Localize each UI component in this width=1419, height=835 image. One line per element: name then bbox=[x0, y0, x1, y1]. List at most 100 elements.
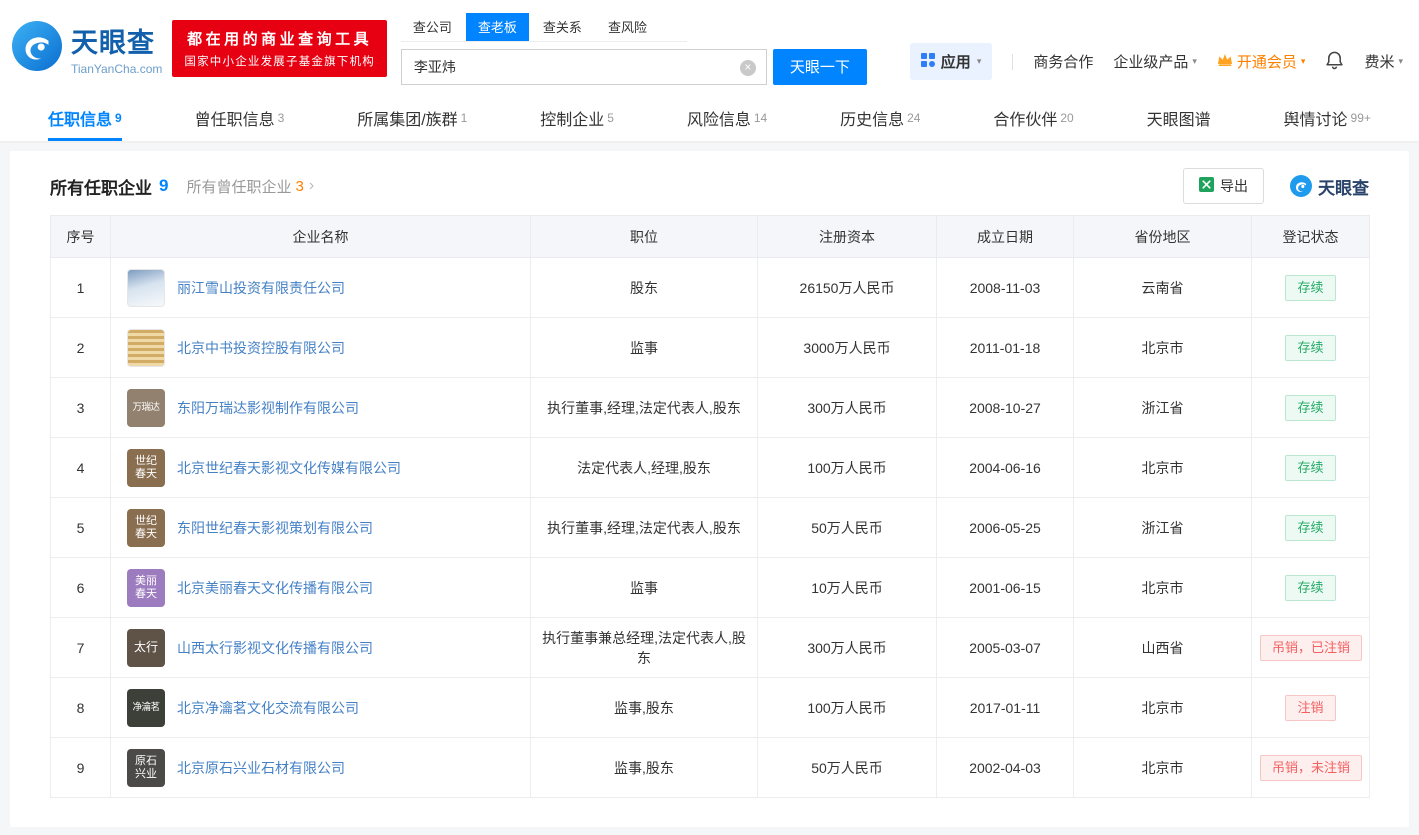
page-tab-label: 合作伙伴 bbox=[993, 106, 1057, 130]
company-link[interactable]: 东阳万瑞达影视制作有限公司 bbox=[177, 398, 359, 418]
status-cell: 注销 bbox=[1252, 678, 1370, 738]
status-badge: 吊销，未注销 bbox=[1260, 755, 1362, 781]
status-badge: 存续 bbox=[1285, 395, 1335, 421]
page-tab[interactable]: 历史信息24 bbox=[840, 97, 920, 141]
page-tab-label: 所属集团/族群 bbox=[357, 106, 457, 130]
position-cell: 监事,股东 bbox=[531, 678, 758, 738]
company-logo-image bbox=[127, 269, 165, 307]
page-tab[interactable]: 控制企业5 bbox=[540, 97, 614, 141]
position-cell: 监事 bbox=[531, 318, 758, 378]
position-cell: 法定代表人,经理,股东 bbox=[531, 438, 758, 498]
page-tab-label: 风险信息 bbox=[687, 106, 751, 130]
nav-open-vip[interactable]: 开通会员 ▾ bbox=[1217, 51, 1306, 72]
capital-cell: 300万人民币 bbox=[758, 378, 937, 438]
page-tab[interactable]: 曾任职信息3 bbox=[195, 97, 285, 141]
logo-text-line: 美丽 bbox=[135, 575, 157, 588]
table-row: 8净瀹茗北京净瀹茗文化交流有限公司监事,股东100万人民币2017-01-11北… bbox=[51, 678, 1370, 738]
row-index-cell: 9 bbox=[51, 738, 111, 798]
region-cell: 北京市 bbox=[1074, 678, 1252, 738]
page-tab-count: 99+ bbox=[1351, 111, 1371, 125]
tianyancha-eye-icon bbox=[12, 21, 62, 76]
notification-bell[interactable] bbox=[1325, 50, 1344, 74]
company-link[interactable]: 北京世纪春天影视文化传媒有限公司 bbox=[177, 458, 401, 478]
apps-button[interactable]: 应用 ▾ bbox=[910, 43, 993, 80]
search-button[interactable]: 天眼一下 bbox=[773, 49, 867, 85]
table-row: 1丽江雪山投资有限责任公司股东26150万人民币2008-11-03云南省存续 bbox=[51, 258, 1370, 318]
column-header: 职位 bbox=[531, 216, 758, 258]
logo-text-line: 春天 bbox=[135, 468, 157, 481]
row-index-cell: 5 bbox=[51, 498, 111, 558]
content-card: 所有任职企业 9 所有曾任职企业 3 › 导出 bbox=[10, 151, 1409, 827]
page-tab[interactable]: 风险信息14 bbox=[687, 97, 767, 141]
page-tab-label: 曾任职信息 bbox=[195, 106, 275, 130]
table-body: 1丽江雪山投资有限责任公司股东26150万人民币2008-11-03云南省存续2… bbox=[51, 258, 1370, 798]
logo-text-line: 世纪 bbox=[135, 515, 157, 528]
search-tab[interactable]: 查公司 bbox=[401, 13, 464, 41]
page-tab[interactable]: 所属集团/族群1 bbox=[357, 97, 467, 141]
nav-enterprise-products[interactable]: 企业级产品 ▾ bbox=[1113, 51, 1197, 72]
divider bbox=[1012, 54, 1013, 70]
clear-icon[interactable]: × bbox=[740, 60, 756, 76]
page-tab[interactable]: 合作伙伴20 bbox=[993, 97, 1073, 141]
status-badge: 存续 bbox=[1285, 515, 1335, 541]
page-tab[interactable]: 天眼图谱 bbox=[1147, 97, 1211, 141]
capital-cell: 100万人民币 bbox=[758, 678, 937, 738]
company-link[interactable]: 北京净瀹茗文化交流有限公司 bbox=[177, 698, 359, 718]
search-tab[interactable]: 查老板 bbox=[466, 13, 529, 41]
position-cell: 执行董事,经理,法定代表人,股东 bbox=[531, 378, 758, 438]
chevron-down-icon: ▾ bbox=[977, 56, 982, 67]
logo-text-line: 兴业 bbox=[135, 768, 157, 781]
user-menu[interactable]: 费米 ▾ bbox=[1364, 51, 1403, 72]
ad-banner[interactable]: 都在用的商业查询工具 国家中小企业发展子基金旗下机构 bbox=[172, 20, 387, 77]
capital-cell: 3000万人民币 bbox=[758, 318, 937, 378]
table-header-row: 序号企业名称职位注册资本成立日期省份地区登记状态 bbox=[51, 216, 1370, 258]
company-logo: 世纪春天 bbox=[127, 449, 165, 487]
company-link[interactable]: 北京美丽春天文化传播有限公司 bbox=[177, 578, 373, 598]
search-tab[interactable]: 查风险 bbox=[596, 13, 659, 41]
page-tab[interactable]: 任职信息9 bbox=[48, 97, 122, 141]
chevron-right-icon: › bbox=[309, 177, 314, 195]
export-button[interactable]: 导出 bbox=[1183, 168, 1264, 204]
brand-logo[interactable]: 天眼查 TianYanCha.com bbox=[12, 21, 162, 76]
search-tab[interactable]: 查关系 bbox=[531, 13, 594, 41]
status-cell: 吊销，已注销 bbox=[1252, 618, 1370, 678]
page-tab-count: 5 bbox=[607, 111, 614, 125]
company-cell: 原石兴业北京原石兴业石材有限公司 bbox=[111, 738, 531, 798]
company-link[interactable]: 北京原石兴业石材有限公司 bbox=[177, 758, 345, 778]
capital-cell: 50万人民币 bbox=[758, 498, 937, 558]
status-badge: 存续 bbox=[1285, 275, 1335, 301]
region-cell: 浙江省 bbox=[1074, 378, 1252, 438]
nav-business-cooperation[interactable]: 商务合作 bbox=[1033, 51, 1093, 72]
position-cell: 执行董事兼总经理,法定代表人,股东 bbox=[531, 618, 758, 678]
apps-grid-icon bbox=[921, 53, 935, 71]
logo-text-line: 太行 bbox=[134, 641, 158, 654]
region-cell: 北京市 bbox=[1074, 558, 1252, 618]
status-cell: 存续 bbox=[1252, 558, 1370, 618]
status-badge: 存续 bbox=[1285, 335, 1335, 361]
section-count: 9 bbox=[159, 176, 168, 196]
ad-banner-line1: 都在用的商业查询工具 bbox=[184, 28, 375, 49]
table-row: 6美丽春天北京美丽春天文化传播有限公司监事10万人民币2001-06-15北京市… bbox=[51, 558, 1370, 618]
status-cell: 存续 bbox=[1252, 378, 1370, 438]
status-badge: 存续 bbox=[1285, 575, 1335, 601]
capital-cell: 50万人民币 bbox=[758, 738, 937, 798]
column-header: 注册资本 bbox=[758, 216, 937, 258]
company-link[interactable]: 东阳世纪春天影视策划有限公司 bbox=[177, 518, 373, 538]
page-tab-count: 3 bbox=[278, 111, 285, 125]
logo-text-line: 万瑞达 bbox=[132, 401, 159, 414]
capital-cell: 300万人民币 bbox=[758, 618, 937, 678]
company-link[interactable]: 山西太行影视文化传播有限公司 bbox=[177, 638, 373, 658]
positions-table: 序号企业名称职位注册资本成立日期省份地区登记状态 1丽江雪山投资有限责任公司股东… bbox=[50, 215, 1370, 798]
company-cell: 北京中书投资控股有限公司 bbox=[111, 318, 531, 378]
company-link[interactable]: 北京中书投资控股有限公司 bbox=[177, 338, 345, 358]
bell-icon bbox=[1325, 50, 1344, 74]
company-link[interactable]: 丽江雪山投资有限责任公司 bbox=[177, 278, 345, 298]
page-tab[interactable]: 舆情讨论99+ bbox=[1284, 97, 1371, 141]
former-positions-link[interactable]: 所有曾任职企业 3 › bbox=[186, 176, 314, 197]
table-row: 2北京中书投资控股有限公司监事3000万人民币2011-01-18北京市存续 bbox=[51, 318, 1370, 378]
page-tab-label: 控制企业 bbox=[540, 106, 604, 130]
nav-vip-label: 开通会员 bbox=[1237, 51, 1297, 72]
search-input[interactable] bbox=[402, 50, 766, 84]
status-badge: 吊销，已注销 bbox=[1260, 635, 1362, 661]
row-index-cell: 1 bbox=[51, 258, 111, 318]
